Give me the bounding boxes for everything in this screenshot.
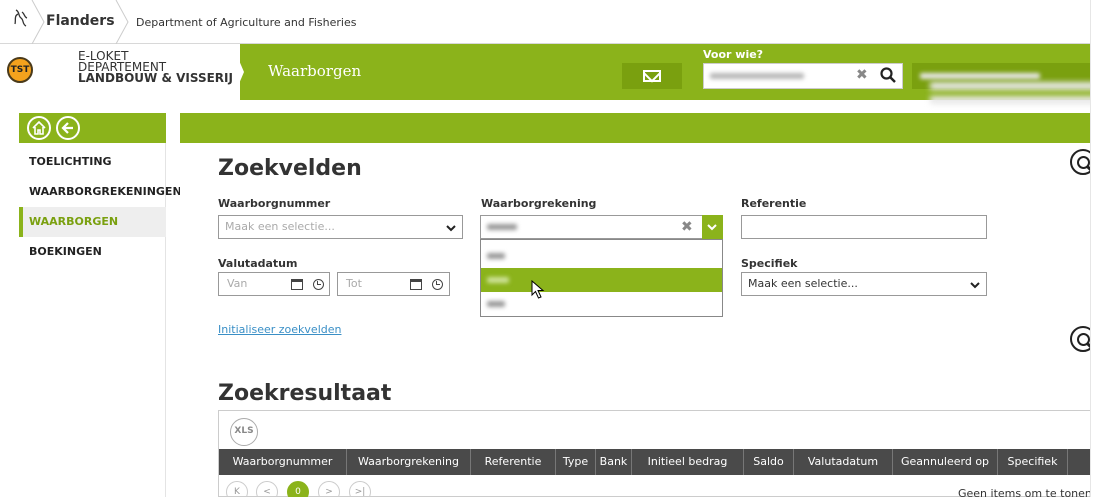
referentie-label: Referentie bbox=[741, 197, 807, 210]
eloket-line3: LANDBOUW & VISSERIJ bbox=[78, 71, 233, 85]
back-button[interactable] bbox=[56, 116, 80, 140]
environment-badge: TST bbox=[7, 57, 33, 83]
waarborgnummer-select[interactable]: Maak een selectie... bbox=[218, 215, 463, 239]
valutadatum-label: Valutadatum bbox=[218, 257, 298, 270]
pager-current-page[interactable]: 0 bbox=[287, 481, 309, 497]
option-value-redacted bbox=[487, 301, 505, 307]
waarborgrekening-value-redacted bbox=[487, 224, 517, 230]
waarborgrekening-select[interactable]: ✖ bbox=[480, 215, 723, 239]
dropdown-option[interactable] bbox=[481, 244, 722, 268]
chevron-down-icon bbox=[970, 282, 980, 289]
search-title: Zoekvelden bbox=[218, 156, 362, 181]
dropdown-option[interactable] bbox=[481, 292, 722, 316]
sidebar-item-toelichting[interactable]: TOELICHTING bbox=[19, 147, 166, 177]
valutadatum-van-input[interactable]: Van bbox=[218, 272, 330, 296]
pager-last-button[interactable]: >| bbox=[349, 481, 371, 497]
pager-next-button[interactable]: > bbox=[318, 481, 340, 497]
search-icon[interactable] bbox=[880, 67, 896, 83]
column-header[interactable]: Referentie bbox=[471, 449, 556, 475]
pager-first-button[interactable]: K bbox=[226, 481, 248, 497]
results-title: Zoekresultaat bbox=[218, 381, 392, 406]
sidebar-header bbox=[19, 113, 166, 143]
chevron-down-icon bbox=[446, 225, 456, 232]
window-edge bbox=[1090, 0, 1097, 497]
sidebar-item-waarborgen[interactable]: WAARBORGEN bbox=[19, 207, 166, 237]
waarborgrekening-label: Waarborgrekening bbox=[481, 197, 597, 210]
column-header[interactable]: Specifiek bbox=[998, 449, 1068, 475]
mouse-cursor-icon bbox=[531, 280, 545, 299]
option-value-redacted bbox=[487, 277, 509, 283]
clear-icon[interactable]: ✖ bbox=[681, 219, 693, 235]
mail-button[interactable] bbox=[622, 63, 682, 89]
column-header[interactable]: Initieel bedrag bbox=[632, 449, 744, 475]
app-header: TST E-LOKET DEPARTEMENT LANDBOUW & VISSE… bbox=[0, 44, 1097, 100]
sidebar-nav: TOELICHTING WAARBORGREKENINGEN WAARBORGE… bbox=[19, 143, 182, 497]
user-name-redacted bbox=[920, 73, 1040, 79]
column-header[interactable]: Waarborgrekening bbox=[347, 449, 471, 475]
brand-block[interactable]: TST E-LOKET DEPARTEMENT LANDBOUW & VISSE… bbox=[0, 44, 244, 100]
mail-icon bbox=[643, 70, 661, 82]
specifiek-select[interactable]: Maak een selectie... bbox=[741, 272, 987, 296]
waarborgrekening-dropdown bbox=[480, 239, 723, 317]
clear-icon[interactable]: ✖ bbox=[856, 67, 868, 83]
department-link[interactable]: Department of Agriculture and Fisheries bbox=[136, 16, 356, 29]
tot-placeholder: Tot bbox=[346, 277, 362, 290]
option-value-redacted bbox=[487, 253, 505, 259]
results-table-header: Waarborgnummer Waarborgrekening Referent… bbox=[219, 449, 1097, 475]
redacted-area bbox=[930, 96, 1097, 104]
redacted-area bbox=[930, 82, 1097, 90]
home-button[interactable] bbox=[27, 116, 51, 140]
clock-icon[interactable] bbox=[432, 279, 443, 290]
column-header[interactable]: Bank bbox=[596, 449, 632, 475]
column-header[interactable]: Type bbox=[556, 449, 596, 475]
voor-wie-value-redacted bbox=[710, 73, 804, 79]
sidebar-item-boekingen[interactable]: BOEKINGEN bbox=[19, 237, 166, 267]
brand-arrow bbox=[232, 44, 244, 100]
specifiek-value: Maak een selectie... bbox=[748, 277, 858, 290]
calendar-icon[interactable] bbox=[410, 279, 422, 290]
topbar-separator bbox=[115, 0, 129, 44]
voor-wie-input[interactable]: ✖ bbox=[703, 63, 903, 89]
van-placeholder: Van bbox=[227, 277, 248, 290]
flanders-topbar: Flanders Department of Agriculture and F… bbox=[0, 0, 1097, 44]
pager-prev-button[interactable]: < bbox=[256, 481, 278, 497]
clock-icon[interactable] bbox=[313, 279, 324, 290]
arrow-left-icon bbox=[61, 122, 73, 134]
topbar-separator bbox=[31, 0, 45, 44]
referentie-input[interactable] bbox=[741, 215, 987, 239]
column-header[interactable]: Geannuleerd op bbox=[893, 449, 998, 475]
column-header[interactable]: Valutadatum bbox=[794, 449, 893, 475]
valutadatum-tot-input[interactable]: Tot bbox=[337, 272, 450, 296]
calendar-icon[interactable] bbox=[291, 279, 303, 290]
dropdown-option-highlighted[interactable] bbox=[481, 268, 722, 292]
home-icon bbox=[32, 120, 46, 135]
voor-wie-label: Voor wie? bbox=[703, 48, 764, 61]
dropdown-toggle[interactable] bbox=[702, 215, 723, 239]
waarborgnummer-label: Waarborgnummer bbox=[218, 197, 331, 210]
specifiek-label: Specifiek bbox=[741, 257, 798, 270]
eloket-logo: E-LOKET DEPARTEMENT LANDBOUW & VISSERIJ bbox=[78, 50, 233, 85]
waarborgnummer-placeholder: Maak een selectie... bbox=[225, 220, 335, 233]
reset-search-link[interactable]: Initialiseer zoekvelden bbox=[218, 323, 341, 336]
column-header[interactable]: Waarborgnummer bbox=[219, 449, 347, 475]
column-header[interactable]: Saldo bbox=[744, 449, 794, 475]
sidebar-item-waarborgrekeningen[interactable]: WAARBORGREKENINGEN bbox=[19, 177, 182, 207]
flanders-link[interactable]: Flanders bbox=[46, 13, 115, 29]
chevron-down-icon bbox=[707, 224, 717, 231]
app-title: Waarborgen bbox=[268, 62, 362, 80]
main-header-band bbox=[180, 113, 1097, 143]
xls-export-button[interactable]: XLS bbox=[230, 418, 258, 446]
empty-results-text: Geen items om te tonen bbox=[958, 487, 1092, 497]
